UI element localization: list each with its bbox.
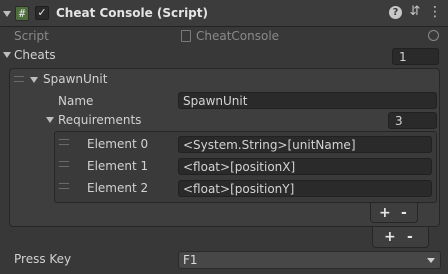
script-value: CheatConsole [196, 29, 280, 43]
requirements-add-remove-footer [370, 203, 418, 223]
cheats-add-remove-footer [372, 227, 429, 248]
element-field[interactable]: <float>[positionY] [178, 180, 432, 197]
cheats-label: Cheats [14, 48, 56, 62]
element-label: Element 1 [87, 159, 149, 173]
component-title: Cheat Console (Script) [56, 6, 208, 20]
element-label: Element 2 [87, 181, 149, 195]
spawnunit-foldout-arrow-icon[interactable] [30, 77, 38, 83]
presets-icon[interactable]: ⇵ [408, 4, 422, 20]
object-picker-icon[interactable] [428, 30, 439, 41]
name-label: Name [58, 94, 94, 108]
script-file-icon: # [15, 6, 29, 21]
element-label: Element 0 [87, 137, 149, 151]
press-key-label: Press Key [14, 252, 72, 266]
requirements-remove-button[interactable]: - [401, 205, 407, 221]
requirements-size-field[interactable]: 3 [388, 112, 437, 129]
press-key-dropdown[interactable]: F1 [178, 251, 441, 269]
script-object-field: CheatConsole [178, 28, 424, 44]
requirements-label: Requirements [58, 113, 142, 127]
element-field[interactable]: <float>[positionX] [178, 158, 432, 175]
more-options-icon[interactable]: ⋮ [428, 3, 442, 21]
requirements-foldout-arrow-icon[interactable] [46, 117, 54, 123]
cheat-item-label: SpawnUnit [43, 72, 108, 86]
script-asset-icon [181, 30, 191, 42]
cheats-size-field[interactable]: 1 [392, 48, 439, 65]
cheats-remove-button[interactable]: - [407, 229, 413, 245]
press-key-value: F1 [183, 253, 198, 267]
element-drag-handle-icon[interactable] [59, 183, 69, 189]
cheats-foldout-arrow-icon[interactable] [3, 52, 11, 58]
dropdown-arrow-icon [427, 258, 435, 263]
script-label: Script [14, 29, 49, 43]
enabled-checkbox[interactable]: ✓ [35, 6, 49, 20]
drag-handle-icon[interactable] [14, 76, 24, 82]
help-icon[interactable]: ? [389, 6, 402, 19]
collapse-arrow-icon[interactable] [3, 11, 11, 17]
cheats-add-button[interactable]: + [384, 229, 396, 245]
requirements-add-button[interactable]: + [379, 205, 391, 221]
element-field[interactable]: <System.String>[unitName] [178, 136, 432, 153]
name-field[interactable]: SpawnUnit [178, 92, 437, 109]
element-drag-handle-icon[interactable] [59, 139, 69, 145]
element-drag-handle-icon[interactable] [59, 161, 69, 167]
